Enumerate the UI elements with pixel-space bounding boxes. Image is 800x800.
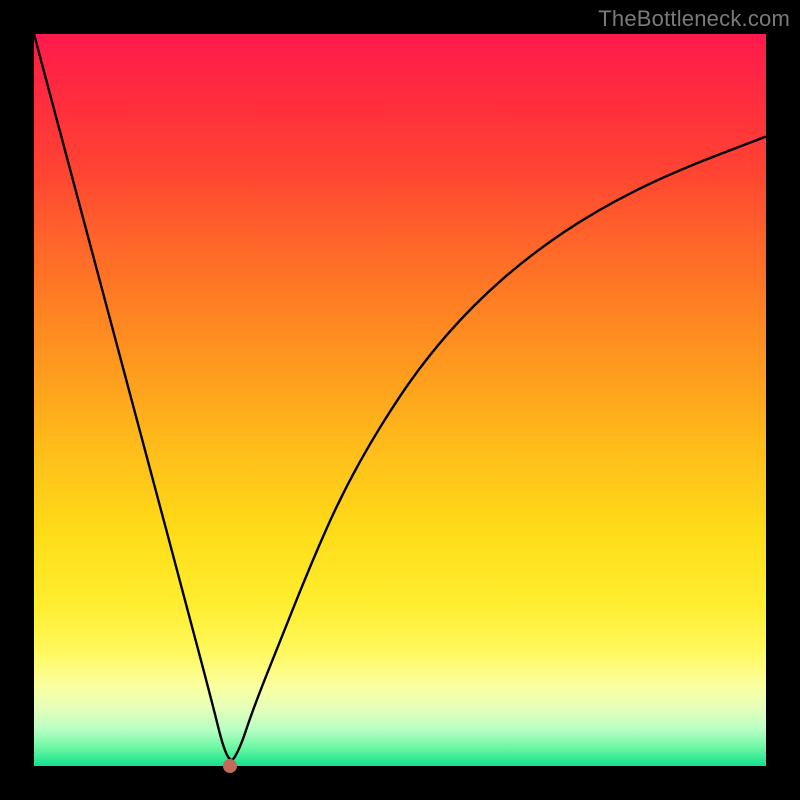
bottleneck-curve-path — [34, 34, 766, 760]
chart-plot-area — [34, 34, 766, 766]
optimal-point-marker — [223, 759, 237, 773]
bottleneck-curve-svg — [34, 34, 766, 766]
watermark-text: TheBottleneck.com — [598, 6, 790, 32]
